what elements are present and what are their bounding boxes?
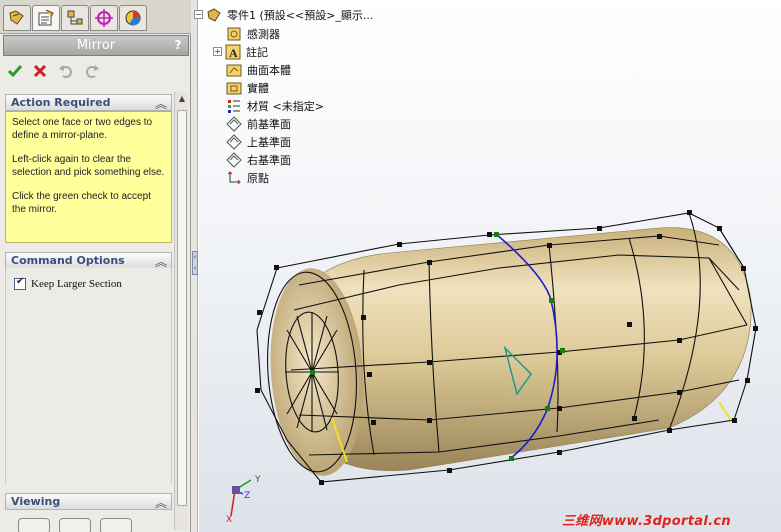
- expand-tree-icon[interactable]: +: [213, 47, 222, 56]
- manager-tab-strip: [0, 0, 191, 34]
- keep-larger-section-checkbox[interactable]: Keep Larger Section: [14, 276, 122, 291]
- model-view[interactable]: [199, 0, 781, 532]
- tree-item-label: 感測器: [247, 27, 280, 41]
- tree-root[interactable]: − 零件1 (預設<<預設>_顯示...: [194, 6, 373, 23]
- configuration-manager-icon: [67, 10, 83, 25]
- folder-icon: [226, 80, 242, 96]
- command-options-body: [5, 268, 172, 484]
- action-required-title: Action Required: [11, 96, 111, 109]
- action-required-header[interactable]: Action Required ︽: [5, 94, 172, 111]
- tree-item-front-plane[interactable]: 前基準面: [226, 115, 291, 132]
- view-wireframe-button[interactable]: [59, 518, 91, 532]
- reference-triad: Y Z X: [226, 475, 261, 524]
- action-required-message: Select one face or two edges to define a…: [5, 111, 172, 243]
- panel-scrollbar[interactable]: ▲: [174, 92, 188, 530]
- svg-text:A: A: [229, 46, 238, 60]
- undo-icon: [59, 65, 72, 78]
- tab-property-manager[interactable]: [32, 5, 60, 31]
- view-cage-button[interactable]: [100, 518, 132, 532]
- watermark-text: 三维网www.3dportal.cn: [562, 514, 731, 529]
- collapse-tree-icon[interactable]: −: [194, 10, 203, 19]
- red-x-icon: [33, 64, 47, 78]
- triad-x-label: X: [226, 515, 232, 524]
- display-manager-icon: [125, 10, 141, 26]
- tree-item-origin[interactable]: 原點: [226, 169, 269, 186]
- annotation-icon: A: [225, 44, 241, 60]
- undo-button[interactable]: [56, 62, 76, 80]
- tree-item-annotations[interactable]: + A 註記: [213, 43, 268, 60]
- message-line: Select one face or two edges to define a…: [12, 117, 153, 141]
- collapse-chevron-icon[interactable]: ︽: [155, 95, 167, 112]
- tree-item-solid-bodies[interactable]: 實體: [226, 79, 269, 96]
- view-shaded-button[interactable]: [18, 518, 50, 532]
- property-manager-title: Mirror: [76, 38, 116, 53]
- redo-button[interactable]: [82, 62, 102, 80]
- feature-manager-icon: [9, 10, 24, 25]
- dimxpert-icon: [95, 9, 113, 27]
- tab-dimxpert[interactable]: [90, 5, 118, 31]
- scrollbar-thumb[interactable]: [177, 110, 187, 506]
- message-line: Left-click again to clear the selection …: [12, 154, 165, 178]
- part-icon: [206, 7, 222, 23]
- tree-item-material[interactable]: 材質 <未指定>: [226, 97, 324, 114]
- tree-item-top-plane[interactable]: 上基準面: [226, 133, 291, 150]
- tree-item-label: 前基準面: [247, 117, 291, 131]
- property-manager-header: Mirror ?: [3, 35, 189, 56]
- triad-z-label: Z: [244, 491, 250, 501]
- redo-icon: [86, 65, 99, 78]
- triad-y-label: Y: [254, 475, 261, 485]
- collapse-chevron-icon[interactable]: ︽: [155, 494, 167, 511]
- tab-configuration-manager[interactable]: [61, 5, 89, 31]
- command-options-header[interactable]: Command Options ︽: [5, 252, 172, 269]
- cancel-button[interactable]: [30, 62, 50, 80]
- origin-icon: [226, 170, 242, 186]
- collapse-panel-handle[interactable]: ‹ ‹: [192, 251, 198, 275]
- help-icon[interactable]: ?: [171, 38, 185, 53]
- keep-larger-section-label: Keep Larger Section: [31, 278, 122, 290]
- property-manager-panel: Mirror ? Action Required ︽ Select one fa…: [0, 0, 191, 532]
- checkbox-checked-icon[interactable]: [14, 276, 26, 290]
- tree-item-label: 材質 <未指定>: [247, 99, 324, 113]
- tree-item-label: 上基準面: [247, 135, 291, 149]
- tree-item-label: 註記: [246, 45, 268, 59]
- tree-item-label: 實體: [247, 81, 269, 95]
- tree-item-label: 曲面本體: [247, 63, 291, 77]
- property-manager-toolbar: [3, 60, 113, 82]
- scroll-up-icon[interactable]: ▲: [177, 94, 187, 106]
- message-line: Click the green check to accept the mirr…: [12, 191, 151, 215]
- tree-item-label: 右基準面: [247, 153, 291, 167]
- tree-item-sensors[interactable]: 感測器: [226, 25, 280, 42]
- tree-item-right-plane[interactable]: 右基準面: [226, 151, 291, 168]
- tree-root-label: 零件1 (預設<<預設>_顯示...: [227, 8, 374, 22]
- command-options-title: Command Options: [11, 254, 125, 267]
- tree-item-surface-bodies[interactable]: 曲面本體: [226, 61, 291, 78]
- plane-icon: [226, 115, 242, 132]
- viewing-title: Viewing: [11, 495, 61, 508]
- material-icon: [226, 98, 242, 114]
- folder-icon: [226, 62, 242, 78]
- plane-icon: [226, 151, 242, 168]
- plane-icon: [226, 133, 242, 150]
- sensor-icon: [226, 26, 242, 42]
- tab-feature-manager[interactable]: [3, 5, 31, 31]
- tree-item-label: 原點: [247, 171, 269, 185]
- tab-display-manager[interactable]: [119, 5, 147, 31]
- property-manager-icon: [38, 9, 54, 26]
- capsule-body: [270, 227, 752, 476]
- viewing-header[interactable]: Viewing ︽: [5, 493, 172, 510]
- green-check-icon: [7, 65, 23, 78]
- ok-button[interactable]: [5, 62, 25, 80]
